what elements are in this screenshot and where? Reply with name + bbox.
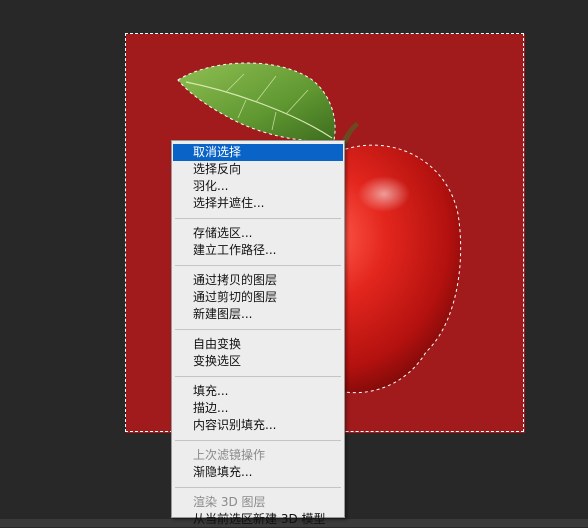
menu-item-stroke[interactable]: 描边...: [172, 400, 344, 417]
menu-item-layer-via-copy[interactable]: 通过拷贝的图层: [172, 272, 344, 289]
menu-item-render-3d-layer: 渲染 3D 图层: [193, 495, 266, 509]
menu-item-last-filter: 上次滤镜操作: [193, 448, 266, 462]
menu-item-fade-fill[interactable]: 渐隐填充...: [172, 464, 344, 481]
menu-item-select-inverse[interactable]: 选择反向: [172, 161, 344, 178]
menu-item-free-transform[interactable]: 自由变换: [172, 336, 344, 353]
menu-item-fill[interactable]: 填充...: [172, 383, 344, 400]
menu-item-select-and-mask[interactable]: 选择并遮住...: [172, 195, 344, 212]
menu-separator: [175, 487, 341, 488]
menu-separator: [175, 218, 341, 219]
menu-item-feather[interactable]: 羽化...: [172, 178, 344, 195]
menu-item-save-selection[interactable]: 存储选区...: [172, 225, 344, 242]
menu-item-transform-selection[interactable]: 变换选区: [172, 353, 344, 370]
menu-item-deselect[interactable]: 取消选择: [173, 144, 343, 161]
menu-item-make-work-path[interactable]: 建立工作路径...: [172, 242, 344, 259]
menu-separator: [175, 376, 341, 377]
menu-item-layer-via-cut[interactable]: 通过剪切的图层: [172, 289, 344, 306]
menu-item-new-layer[interactable]: 新建图层...: [172, 306, 344, 323]
menu-item-content-aware-fill[interactable]: 内容识别填充...: [172, 417, 344, 434]
menu-item-new-3d-from-selection[interactable]: 从当前选区新建 3D 模型: [172, 511, 344, 528]
context-menu: 取消选择 选择反向 羽化... 选择并遮住... 存储选区... 建立工作路径.…: [171, 140, 345, 526]
menu-separator: [175, 329, 341, 330]
menu-separator: [175, 265, 341, 266]
menu-separator: [175, 440, 341, 441]
